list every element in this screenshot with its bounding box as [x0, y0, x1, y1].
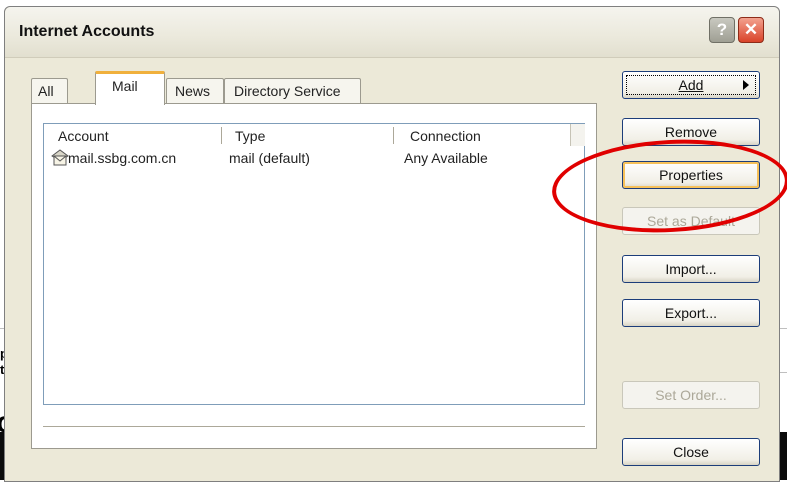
add-button[interactable]: Add — [622, 71, 760, 99]
column-header-type[interactable]: Type — [235, 128, 265, 144]
internet-accounts-dialog: Internet Accounts ? ✕ All Mail News Dire… — [4, 6, 780, 482]
mail-tab-panel: Account Type Connection mail.ssbg.com.cn… — [31, 103, 597, 449]
column-header-filler — [570, 124, 585, 146]
column-header-account[interactable]: Account — [58, 128, 109, 144]
tab-news[interactable]: News — [166, 78, 224, 104]
close-window-button[interactable]: ✕ — [738, 17, 764, 43]
import-button[interactable]: Import... — [622, 255, 760, 283]
column-divider[interactable] — [393, 127, 394, 144]
tab-directory-service[interactable]: Directory Service — [224, 78, 361, 104]
background-line-right — [780, 328, 787, 329]
background-line-right-2 — [780, 372, 787, 373]
cell-type: mail (default) — [229, 150, 310, 166]
table-row[interactable]: mail.ssbg.com.cn mail (default) Any Avai… — [44, 148, 584, 170]
background-dark-bar-right — [780, 432, 787, 480]
column-header-connection[interactable]: Connection — [410, 128, 481, 144]
panel-divider — [43, 426, 585, 428]
export-button[interactable]: Export... — [622, 299, 760, 327]
submenu-arrow-icon — [743, 80, 749, 90]
column-divider[interactable] — [221, 127, 222, 144]
help-icon: ? — [716, 20, 728, 39]
window-title: Internet Accounts — [19, 23, 155, 40]
close-icon: ✕ — [743, 20, 759, 39]
accounts-list[interactable]: Account Type Connection mail.ssbg.com.cn… — [43, 123, 585, 405]
cell-account: mail.ssbg.com.cn — [68, 150, 177, 166]
focus-ring — [626, 75, 756, 95]
close-button[interactable]: Close — [622, 438, 760, 466]
mail-account-icon — [51, 149, 69, 166]
set-order-button[interactable]: Set Order... — [622, 381, 760, 409]
cell-connection: Any Available — [404, 150, 488, 166]
list-header: Account Type Connection — [44, 124, 585, 146]
title-bar[interactable]: Internet Accounts ? ✕ — [5, 7, 779, 58]
tab-all[interactable]: All — [31, 78, 68, 104]
help-button[interactable]: ? — [709, 17, 735, 43]
tab-mail[interactable]: Mail — [95, 71, 165, 105]
